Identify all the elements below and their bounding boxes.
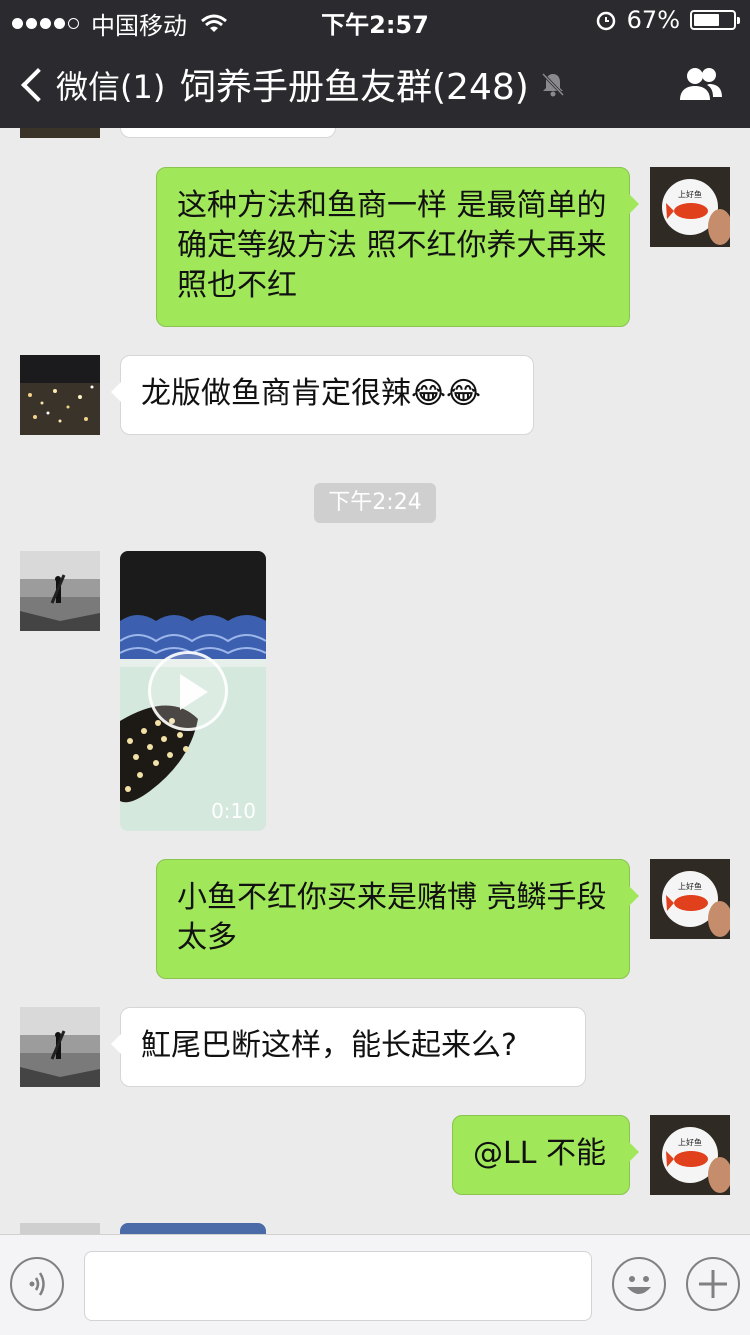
svg-text:上好鱼: 上好鱼: [678, 881, 702, 891]
message-text: @LL 不能: [473, 1136, 606, 1171]
input-bar: [0, 1234, 750, 1335]
alarm-icon: [596, 11, 615, 31]
video-duration: 0:10: [211, 799, 256, 823]
voice-button[interactable]: [10, 1257, 64, 1311]
status-bar: 中国移动 下午2:57 67%: [0, 0, 750, 40]
beach-surfer-avatar-image: [20, 551, 100, 631]
emoji-button[interactable]: [612, 1257, 666, 1311]
message-text: 龙版做鱼商肯定很辣😂😂: [141, 376, 482, 411]
avatar[interactable]: [20, 1007, 100, 1087]
message-input[interactable]: [84, 1251, 592, 1321]
fish-badge-avatar-image: 上好鱼: [650, 859, 730, 939]
smiley-icon: [627, 1276, 651, 1294]
avatar[interactable]: 上好鱼: [650, 167, 730, 247]
back-button[interactable]: 微信(1): [18, 62, 165, 108]
video-message[interactable]: 0:10: [120, 551, 266, 831]
message-bubble[interactable]: 龙版做鱼商肯定很辣😂😂: [111, 355, 534, 435]
fish-badge-avatar-image: 上好鱼: [650, 1115, 730, 1195]
plus-icon: [699, 1270, 727, 1298]
voice-icon: [29, 1272, 45, 1296]
battery-group: 67%: [595, 6, 740, 34]
message-bubble[interactable]: 小鱼不红你买来是赌博 亮鳞手段太多: [156, 859, 639, 979]
avatar[interactable]: 上好鱼: [650, 1115, 730, 1195]
chat-header: 微信(1) 饲养手册鱼友群(248): [0, 40, 750, 128]
message-bubble[interactable]: 这种方法和鱼商一样 是最简单的确定等级方法 照不红你养大再来照也不红: [156, 167, 639, 327]
chevron-left-icon: [21, 68, 55, 102]
message-text: 这种方法和鱼商一样 是最简单的确定等级方法 照不红你养大再来照也不红: [177, 188, 607, 303]
city-night-avatar-image: [20, 355, 100, 435]
message-text: 小鱼不红你买来是赌博 亮鳞手段太多: [177, 880, 607, 955]
beach-surfer-avatar-image: [20, 1007, 100, 1087]
more-button[interactable]: [686, 1257, 740, 1311]
chat-title: 饲养手册鱼友群(248): [180, 67, 529, 108]
time-divider: 下午2:24: [314, 483, 436, 523]
group-members-icon[interactable]: [676, 64, 724, 104]
message-text: 魟尾巴断这样，能长起来么?: [141, 1028, 517, 1063]
message-bubble[interactable]: @LL 不能: [452, 1115, 639, 1195]
avatar[interactable]: [20, 1223, 100, 1234]
mute-bell-icon: [541, 72, 564, 97]
message-list[interactable]: 上好鱼 这种方法和鱼商一样 是最简单的确定等级方法 照不红你养大再来照也不红 龙…: [0, 128, 750, 1234]
svg-text:上好鱼: 上好鱼: [678, 1137, 702, 1147]
fish-badge-avatar-image: 上好鱼: [650, 167, 730, 247]
back-label: 微信(1): [56, 68, 166, 106]
chat-title-group: 饲养手册鱼友群(248): [180, 58, 567, 110]
battery-percent: 67%: [626, 6, 680, 34]
battery-icon: [690, 10, 740, 30]
avatar[interactable]: [20, 128, 100, 138]
battery-level: [694, 14, 719, 26]
avatar[interactable]: 上好鱼: [650, 859, 730, 939]
play-icon[interactable]: [148, 651, 228, 731]
avatar[interactable]: [20, 355, 100, 435]
message-bubble[interactable]: 魟尾巴断这样，能长起来么?: [111, 1007, 586, 1087]
svg-text:上好鱼: 上好鱼: [678, 189, 702, 199]
message-bubble[interactable]: [120, 128, 336, 138]
video-message[interactable]: [120, 1223, 266, 1234]
avatar[interactable]: [20, 551, 100, 631]
